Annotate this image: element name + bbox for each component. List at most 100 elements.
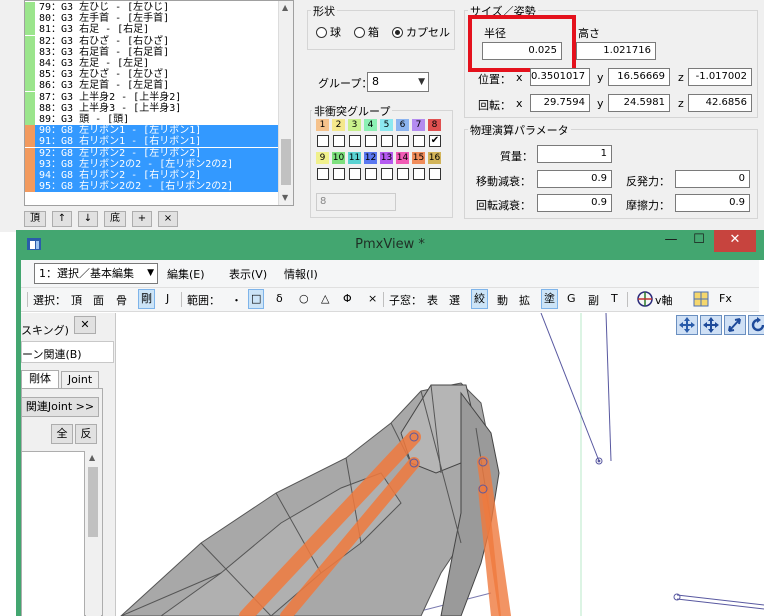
scroll-thumb[interactable] — [88, 467, 98, 537]
move-top-button[interactable]: 頂 — [24, 211, 46, 227]
list-item[interactable]: 93：G8 左リボン2の2 - [左リボン2の2] — [25, 158, 279, 170]
move-down-button[interactable]: ↓ — [78, 211, 98, 227]
friction-input[interactable]: 0.9 — [675, 194, 750, 212]
move-up-button[interactable]: ↑ — [52, 211, 72, 227]
list-item[interactable]: 94：G8 右リボン2 - [右リボン2] — [25, 170, 279, 181]
mass-input[interactable]: 1 — [537, 145, 612, 163]
rigid-related-list[interactable] — [21, 451, 85, 616]
menu-view[interactable]: 表示(V) — [229, 266, 267, 282]
move-icon[interactable] — [700, 315, 722, 335]
minimize-button[interactable]: — — [658, 230, 684, 252]
noncollision-checkbox-6[interactable] — [397, 135, 409, 147]
subwin-table-button[interactable]: 表 — [427, 292, 438, 308]
rot-damp-input[interactable]: 0.9 — [537, 194, 612, 212]
select-bone-toggle[interactable]: 骨 — [116, 292, 127, 308]
subwin-select-button[interactable]: 選 — [449, 292, 460, 308]
list-scrollbar[interactable]: ▲ ▼ — [278, 1, 293, 205]
group-select[interactable]: 8 ▼ — [367, 72, 429, 92]
list-item[interactable]: 79：G3 左ひじ - [左ひじ] — [25, 2, 279, 13]
related-list-scrollbar[interactable]: ▲ — [86, 451, 101, 616]
position-y-input[interactable]: 16.56669 — [608, 68, 670, 86]
v-axis-button[interactable]: v軸 — [655, 292, 673, 308]
list-item[interactable]: 82：G3 右ひざ - [右ひざ] — [25, 35, 279, 47]
height-input[interactable]: 1.021716 — [576, 42, 656, 60]
noncollision-checkbox-13[interactable] — [381, 168, 393, 180]
list-item[interactable]: 95：G8 右リボン2の2 - [右リボン2の2] — [25, 181, 279, 193]
noncollision-checkbox-1[interactable] — [317, 135, 329, 147]
tab-rigid-body[interactable]: 剛体 — [21, 370, 59, 388]
subwin-scale-button[interactable]: 拡 — [519, 292, 530, 308]
noncollision-checkbox-4[interactable] — [365, 135, 377, 147]
delete-button[interactable]: × — [158, 211, 178, 227]
scroll-up-icon[interactable]: ▲ — [89, 453, 95, 462]
list-item[interactable]: 85：G3 左ひざ - [左ひざ] — [25, 69, 279, 81]
subwin-move-button[interactable]: 動 — [497, 292, 508, 308]
rigid-body-list[interactable]: 79：G3 左ひじ - [左ひじ] 80：G3 左手首 - [左手首] 81：G3 … — [24, 0, 294, 206]
axis-gizmo-icon[interactable] — [637, 291, 653, 307]
add-button[interactable]: + — [132, 211, 152, 227]
restitution-input[interactable]: 0 — [675, 170, 750, 188]
noncollision-mask-input[interactable]: 8 — [316, 193, 396, 211]
scroll-up-icon[interactable]: ▲ — [282, 3, 288, 12]
zoom-icon[interactable] — [724, 315, 746, 335]
subwin-paint-button[interactable]: 塗 — [541, 289, 558, 309]
noncollision-checkbox-3[interactable] — [349, 135, 361, 147]
noncollision-checkbox-8[interactable]: ✔ — [429, 135, 441, 147]
range-circle-toggle[interactable]: ○ — [299, 292, 309, 305]
select-all-button[interactable]: 全 — [51, 424, 73, 444]
list-item[interactable]: 91：G8 右リボン1 - [右リボン1] — [25, 136, 279, 148]
position-z-input[interactable]: -1.017002 — [688, 68, 752, 86]
list-item[interactable]: 88：G3 上半身3 - [上半身3] — [25, 102, 279, 114]
range-rect-toggle[interactable]: □ — [248, 289, 265, 309]
noncollision-checkbox-2[interactable] — [333, 135, 345, 147]
bone-related-header[interactable]: ーン関連(B) — [21, 341, 114, 363]
select-face-toggle[interactable]: 面 — [93, 292, 104, 308]
noncollision-checkbox-16[interactable] — [429, 168, 441, 180]
window-titlebar[interactable]: PmxView * — ☐ ✕ — [16, 230, 764, 260]
range-phi-toggle[interactable]: Φ — [343, 292, 352, 305]
invert-button[interactable]: 反 — [75, 424, 97, 444]
subwin-g-button[interactable]: G — [567, 292, 576, 305]
noncollision-checkbox-11[interactable] — [349, 168, 361, 180]
noncollision-checkbox-7[interactable] — [413, 135, 425, 147]
noncollision-checkbox-12[interactable] — [365, 168, 377, 180]
fx-button[interactable]: Fx — [719, 292, 732, 305]
list-item[interactable]: 84：G3 左足 - [左足] — [25, 58, 279, 69]
rotation-y-input[interactable]: 24.5981 — [608, 94, 670, 112]
list-item[interactable]: 83：G3 右足首 - [右足首] — [25, 46, 279, 58]
noncollision-checkbox-14[interactable] — [397, 168, 409, 180]
maximize-button[interactable]: ☐ — [686, 230, 712, 252]
mode-select[interactable]: 1：選択／基本編集 ▼ — [34, 263, 158, 284]
range-clear-toggle[interactable]: × — [368, 292, 377, 305]
pan-icon[interactable] — [676, 315, 698, 335]
list-item[interactable]: 92：G8 左リボン2 - [左リボン2] — [25, 147, 279, 159]
position-x-input[interactable]: 0.3501017 — [530, 68, 590, 86]
select-joint-toggle[interactable]: J — [166, 292, 169, 305]
list-item[interactable]: 86：G3 左足首 - [左足首] — [25, 80, 279, 92]
range-triangle-toggle[interactable]: △ — [321, 292, 329, 305]
subwin-t-button[interactable]: T — [611, 292, 618, 305]
subwin-sub-button[interactable]: 副 — [588, 292, 599, 308]
select-vertex-toggle[interactable]: 頂 — [71, 292, 82, 308]
range-delta-toggle[interactable]: δ — [276, 292, 283, 305]
rotate-icon[interactable] — [748, 315, 764, 335]
range-point-toggle[interactable]: ・ — [231, 292, 242, 308]
shape-capsule-radio[interactable]: カプセル — [392, 24, 450, 40]
noncollision-checkbox-9[interactable] — [317, 168, 329, 180]
3d-viewport[interactable]: スキング) ✕ ーン関連(B) 剛体 Joint 関連Joint >> 全 反 … — [21, 313, 764, 616]
noncollision-checkbox-15[interactable] — [413, 168, 425, 180]
rotation-z-input[interactable]: 42.6856 — [688, 94, 752, 112]
menu-edit[interactable]: 編集(E) — [167, 266, 205, 282]
shape-box-radio[interactable]: 箱 — [354, 24, 379, 40]
sub-panel-close-button[interactable]: ✕ — [74, 316, 96, 334]
close-button[interactable]: ✕ — [714, 230, 756, 252]
move-damp-input[interactable]: 0.9 — [537, 170, 612, 188]
list-item[interactable]: 90：G8 左リボン1 - [左リボン1] — [25, 125, 279, 137]
list-item[interactable]: 80：G3 左手首 - [左手首] — [25, 13, 279, 25]
list-item[interactable]: 89：G3 頭 - [頭] — [25, 114, 279, 125]
grid-icon[interactable] — [693, 291, 709, 307]
related-joint-button[interactable]: 関連Joint >> — [21, 397, 99, 417]
menu-info[interactable]: 情報(I) — [284, 266, 318, 282]
list-item[interactable]: 81：G3 右足 - [右足] — [25, 24, 279, 36]
list-item[interactable]: 87：G3 上半身2 - [上半身2] — [25, 91, 279, 103]
